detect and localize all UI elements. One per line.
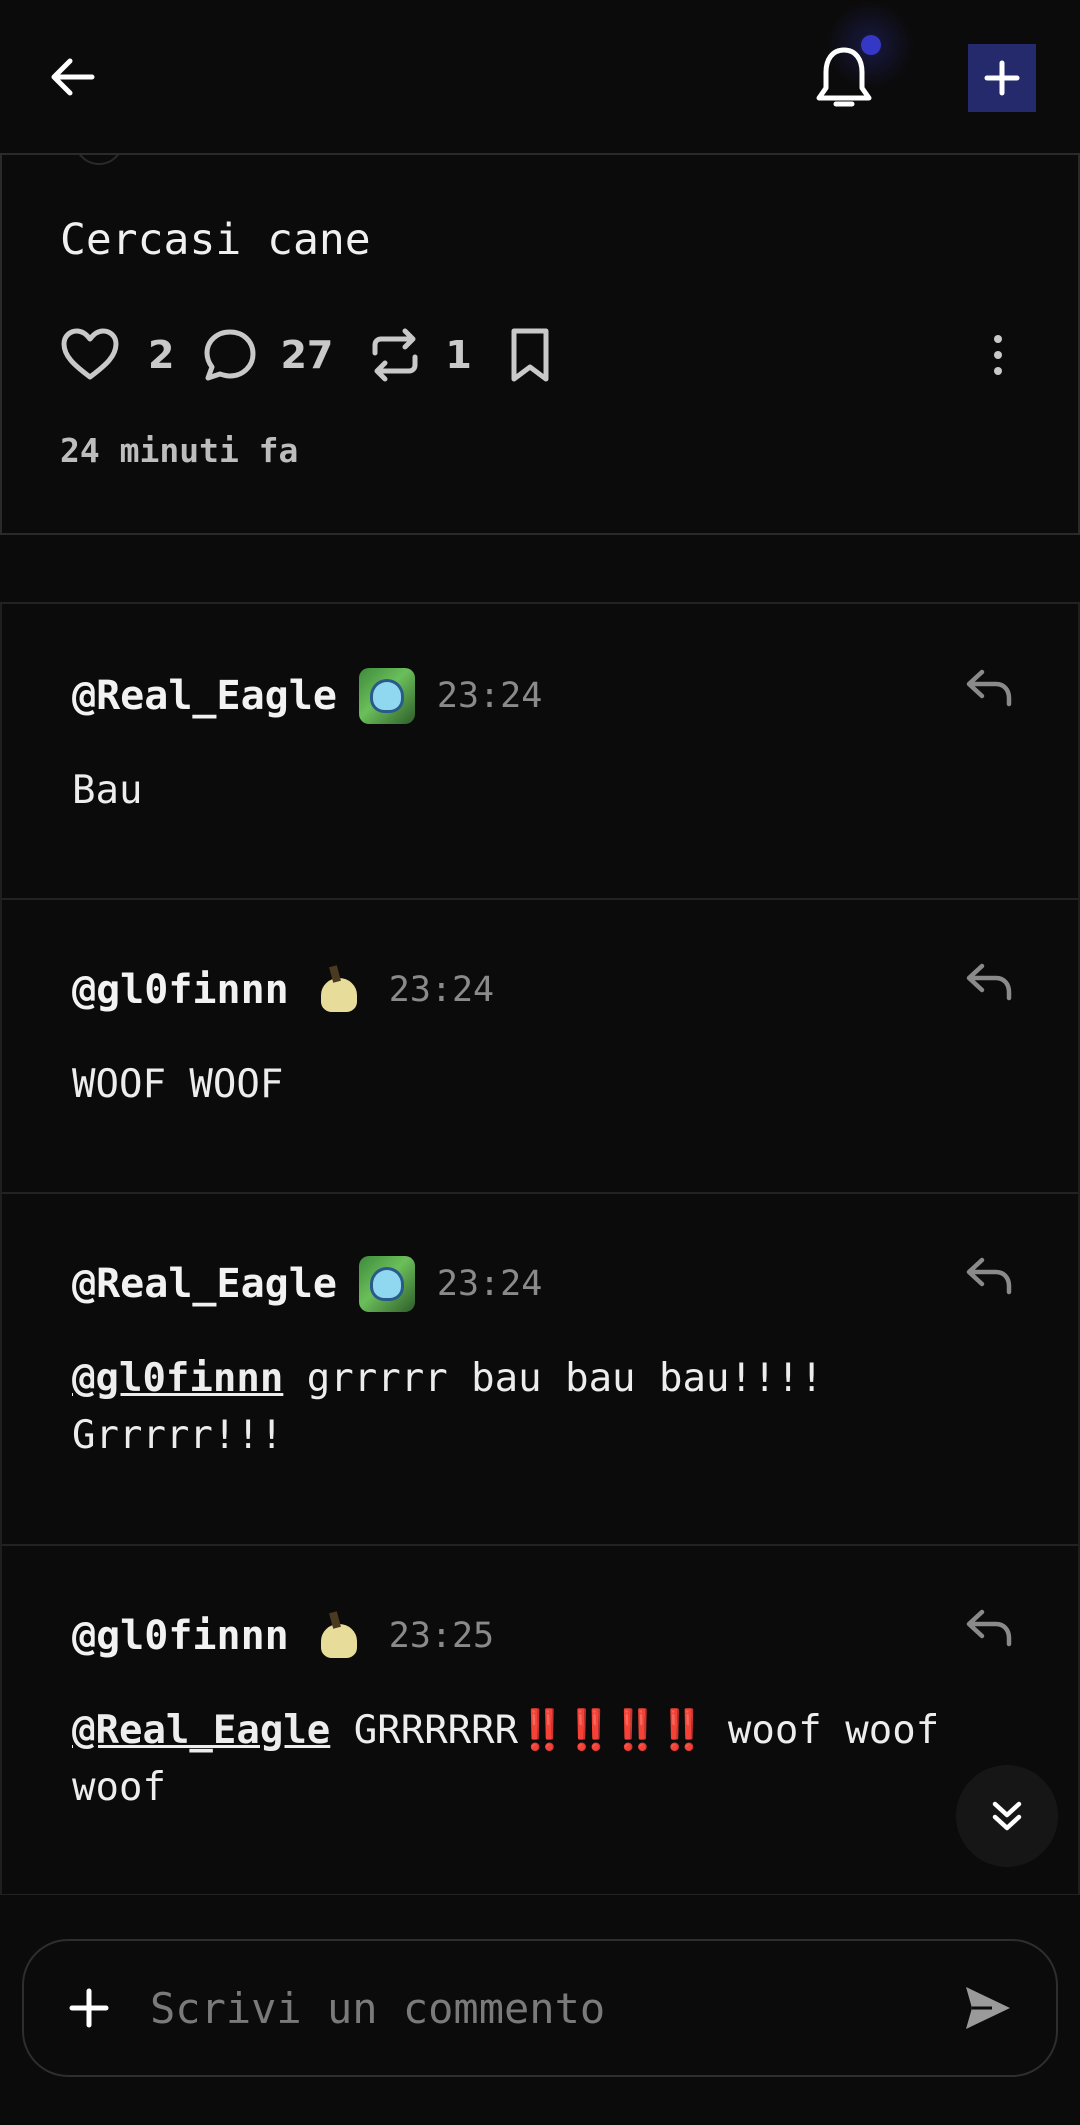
mimikyu-badge-icon	[311, 962, 367, 1018]
reply-button[interactable]	[964, 1256, 1014, 1296]
comment-username[interactable]: @Real_Eagle	[72, 1261, 337, 1307]
comment-time: 23:24	[388, 970, 495, 1010]
mention-link[interactable]: @Real_Eagle	[72, 1708, 330, 1753]
reply-button[interactable]	[964, 962, 1014, 1002]
comment-header: @gl0finnn 23:24	[72, 960, 494, 1020]
reply-button[interactable]	[964, 1608, 1014, 1648]
repost-count: 1	[445, 333, 472, 377]
notification-dot	[861, 35, 881, 55]
comment-text: @Real_Eagle GRRRRRR‼️‼️‼️‼️ woof woof wo…	[72, 1702, 988, 1816]
comment-item: @gl0finnn 23:24 WOOF WOOF	[0, 900, 1080, 1194]
comment-item: @gl0finnn 23:25 @Real_Eagle GRRRRRR‼️‼️‼…	[0, 1546, 1080, 1896]
double-exclamation-emoji: ‼️‼️‼️‼️	[518, 1708, 706, 1753]
comment-input[interactable]	[150, 1971, 930, 2045]
new-post-button[interactable]	[968, 44, 1036, 112]
composer-box	[22, 1939, 1058, 2077]
comment-text: @gl0finnn grrrrr bau bau bau!!!! Grrrrr!…	[72, 1350, 988, 1464]
comment-item: @Real_Eagle 23:24 @gl0finnn grrrrr bau b…	[0, 1194, 1080, 1546]
comment-username[interactable]: @Real_Eagle	[72, 673, 337, 719]
like-count: 2	[148, 333, 175, 377]
speech-bubble-icon	[204, 329, 256, 381]
add-attachment-button[interactable]	[64, 1983, 114, 2033]
reply-button[interactable]	[964, 668, 1014, 708]
repost-button[interactable]: 1	[369, 327, 472, 383]
more-options-button[interactable]	[984, 333, 1012, 377]
arrow-left-icon	[51, 58, 95, 96]
post-card: Cercasi cane 2 27 1 24 minuti fa	[0, 115, 1080, 535]
mention-link[interactable]: @gl0finnn	[72, 1356, 283, 1401]
top-bar	[0, 0, 1080, 155]
comment-time: 23:24	[436, 1264, 543, 1304]
reply-icon	[966, 669, 1012, 707]
back-button[interactable]	[48, 52, 98, 102]
comment-time: 23:24	[436, 676, 543, 716]
repost-icon	[372, 328, 418, 382]
comment-count: 27	[280, 333, 334, 377]
bell-icon	[816, 47, 872, 107]
comment-username[interactable]: @gl0finnn	[72, 1613, 289, 1659]
pokemon-badge-icon	[358, 1256, 415, 1312]
post-timestamp: 24 minuti fa	[60, 431, 299, 470]
heart-icon	[61, 328, 119, 380]
comment-header: @gl0finnn 23:25	[72, 1606, 494, 1666]
plus-icon	[69, 1988, 109, 2028]
comment-text-part: GRRRRRR	[330, 1708, 519, 1753]
comment-time: 23:25	[388, 1616, 495, 1656]
comment-text: Bau	[72, 768, 143, 813]
like-button[interactable]: 2	[60, 327, 174, 383]
reply-icon	[966, 963, 1012, 1001]
comment-text: WOOF WOOF	[72, 1062, 284, 1107]
double-chevron-down-icon	[992, 1801, 1022, 1831]
bookmark-button[interactable]	[508, 327, 552, 383]
post-text: Cercasi cane	[60, 215, 371, 265]
post-actions: 2 27 1	[60, 325, 552, 385]
send-button[interactable]	[962, 1983, 1014, 2033]
reply-icon	[966, 1257, 1012, 1295]
send-icon	[966, 1987, 1010, 2029]
comment-header: @Real_Eagle 23:24	[72, 1254, 542, 1314]
comment-username[interactable]: @gl0finnn	[72, 967, 289, 1013]
comment-item: @Real_Eagle 23:24 Bau	[0, 604, 1080, 900]
more-vertical-icon	[994, 335, 1002, 375]
reply-icon	[966, 1609, 1012, 1647]
bookmark-icon	[511, 328, 549, 382]
mimikyu-badge-icon	[311, 1608, 367, 1664]
comment-composer	[0, 1895, 1080, 2125]
comment-button[interactable]: 27	[202, 327, 333, 383]
pokemon-badge-icon	[358, 668, 415, 724]
scroll-to-bottom-button[interactable]	[956, 1765, 1058, 1867]
notifications-button[interactable]	[812, 44, 876, 114]
comment-header: @Real_Eagle 23:24	[72, 666, 542, 726]
plus-icon	[984, 60, 1020, 96]
